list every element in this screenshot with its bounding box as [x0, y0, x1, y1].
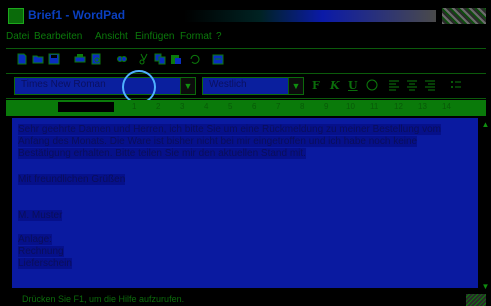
bullets-icon[interactable]: [450, 79, 462, 91]
cursor-highlight-ring: [122, 70, 156, 104]
underline-button[interactable]: U: [348, 79, 358, 92]
menu-einfuegen[interactable]: Einfügen: [135, 31, 174, 42]
ruler-label: 14: [442, 102, 451, 111]
document-area[interactable]: Sehr geehrte Damen und Herren, ich bitte…: [12, 118, 478, 288]
menu-datei[interactable]: Datei: [6, 31, 29, 42]
align-center-icon[interactable]: [406, 79, 418, 91]
align-right-icon[interactable]: [424, 79, 436, 91]
ruler-label: 6: [252, 102, 257, 111]
window-title: Brief1 - WordPad: [28, 8, 126, 22]
new-icon[interactable]: [16, 53, 28, 65]
chevron-down-icon[interactable]: ▼: [180, 78, 195, 94]
menu-format[interactable]: Format: [180, 31, 212, 42]
status-text: Drücken Sie F1, um die Hilfe aufzurufen.: [22, 294, 185, 304]
document-line: M. Muster: [18, 210, 63, 221]
document-line: Sehr geehrte Damen und Herren, ich bitte…: [18, 124, 441, 135]
window-control-buttons[interactable]: [442, 8, 486, 24]
script-combobox[interactable]: Westlich ▼: [202, 77, 304, 95]
document-line: Lieferschein: [18, 258, 72, 269]
scroll-down-icon[interactable]: ▼: [480, 282, 491, 292]
font-name-combobox[interactable]: Times New Roman ▼: [14, 77, 196, 95]
ruler-margin-marker[interactable]: [58, 102, 114, 112]
paste-icon[interactable]: [170, 53, 182, 65]
ruler-label: 1: [132, 102, 137, 111]
ruler-label: 13: [418, 102, 427, 111]
ruler-label: 12: [394, 102, 403, 111]
menu-bar: Datei Bearbeiten Ansicht Einfügen Format…: [0, 30, 491, 46]
script-value: Westlich: [209, 79, 247, 90]
print-icon[interactable]: [74, 53, 86, 65]
ruler-label: 7: [276, 102, 281, 111]
format-toolbar: Times New Roman ▼ Westlich ▼ F K U: [6, 74, 486, 99]
title-bar-gradient: [184, 10, 436, 22]
ruler-label: 8: [300, 102, 305, 111]
bold-button[interactable]: F: [312, 79, 320, 92]
print-preview-icon[interactable]: [90, 53, 102, 65]
chevron-down-icon[interactable]: ▼: [288, 78, 303, 94]
resize-grip[interactable]: [466, 294, 486, 306]
undo-icon[interactable]: [188, 53, 200, 65]
app-icon[interactable]: [8, 8, 24, 24]
menu-help[interactable]: ?: [216, 31, 222, 42]
ruler-label: 5: [228, 102, 233, 111]
wordpad-window: Brief1 - WordPad Datei Bearbeiten Ansich…: [0, 0, 491, 306]
color-icon[interactable]: [366, 79, 378, 91]
find-icon[interactable]: [116, 53, 128, 65]
copy-icon[interactable]: [154, 53, 166, 65]
align-left-icon[interactable]: [388, 79, 400, 91]
italic-button[interactable]: K: [330, 79, 340, 92]
date-time-icon[interactable]: [212, 53, 224, 65]
ruler-label: 2: [156, 102, 161, 111]
vertical-scrollbar[interactable]: ▲ ▼: [480, 118, 491, 294]
cut-icon[interactable]: [138, 53, 150, 65]
ruler-label: 9: [324, 102, 329, 111]
document-line: Mit freundlichen Grüßen: [18, 174, 126, 185]
document-line: Rechnung: [18, 246, 64, 257]
document-line: Anlage:: [18, 234, 52, 245]
open-icon[interactable]: [32, 53, 44, 65]
standard-toolbar: [6, 48, 486, 74]
ruler-label: 3: [180, 102, 185, 111]
menu-bearbeiten[interactable]: Bearbeiten: [34, 31, 82, 42]
ruler-label: 11: [370, 102, 379, 111]
ruler-label: 10: [346, 102, 355, 111]
document-line: Anfang des Monats. Die Ware ist bisher n…: [18, 136, 418, 147]
font-name-value: Times New Roman: [21, 79, 106, 90]
status-bar: Drücken Sie F1, um die Hilfe aufzurufen.: [6, 294, 486, 306]
scroll-up-icon[interactable]: ▲: [480, 120, 491, 130]
ruler-label: 4: [204, 102, 209, 111]
save-icon[interactable]: [48, 53, 60, 65]
title-bar[interactable]: Brief1 - WordPad: [6, 6, 486, 26]
menu-ansicht[interactable]: Ansicht: [95, 31, 128, 42]
document-line: Bestätigung erhalten. Bitte teilen Sie m…: [18, 148, 306, 159]
